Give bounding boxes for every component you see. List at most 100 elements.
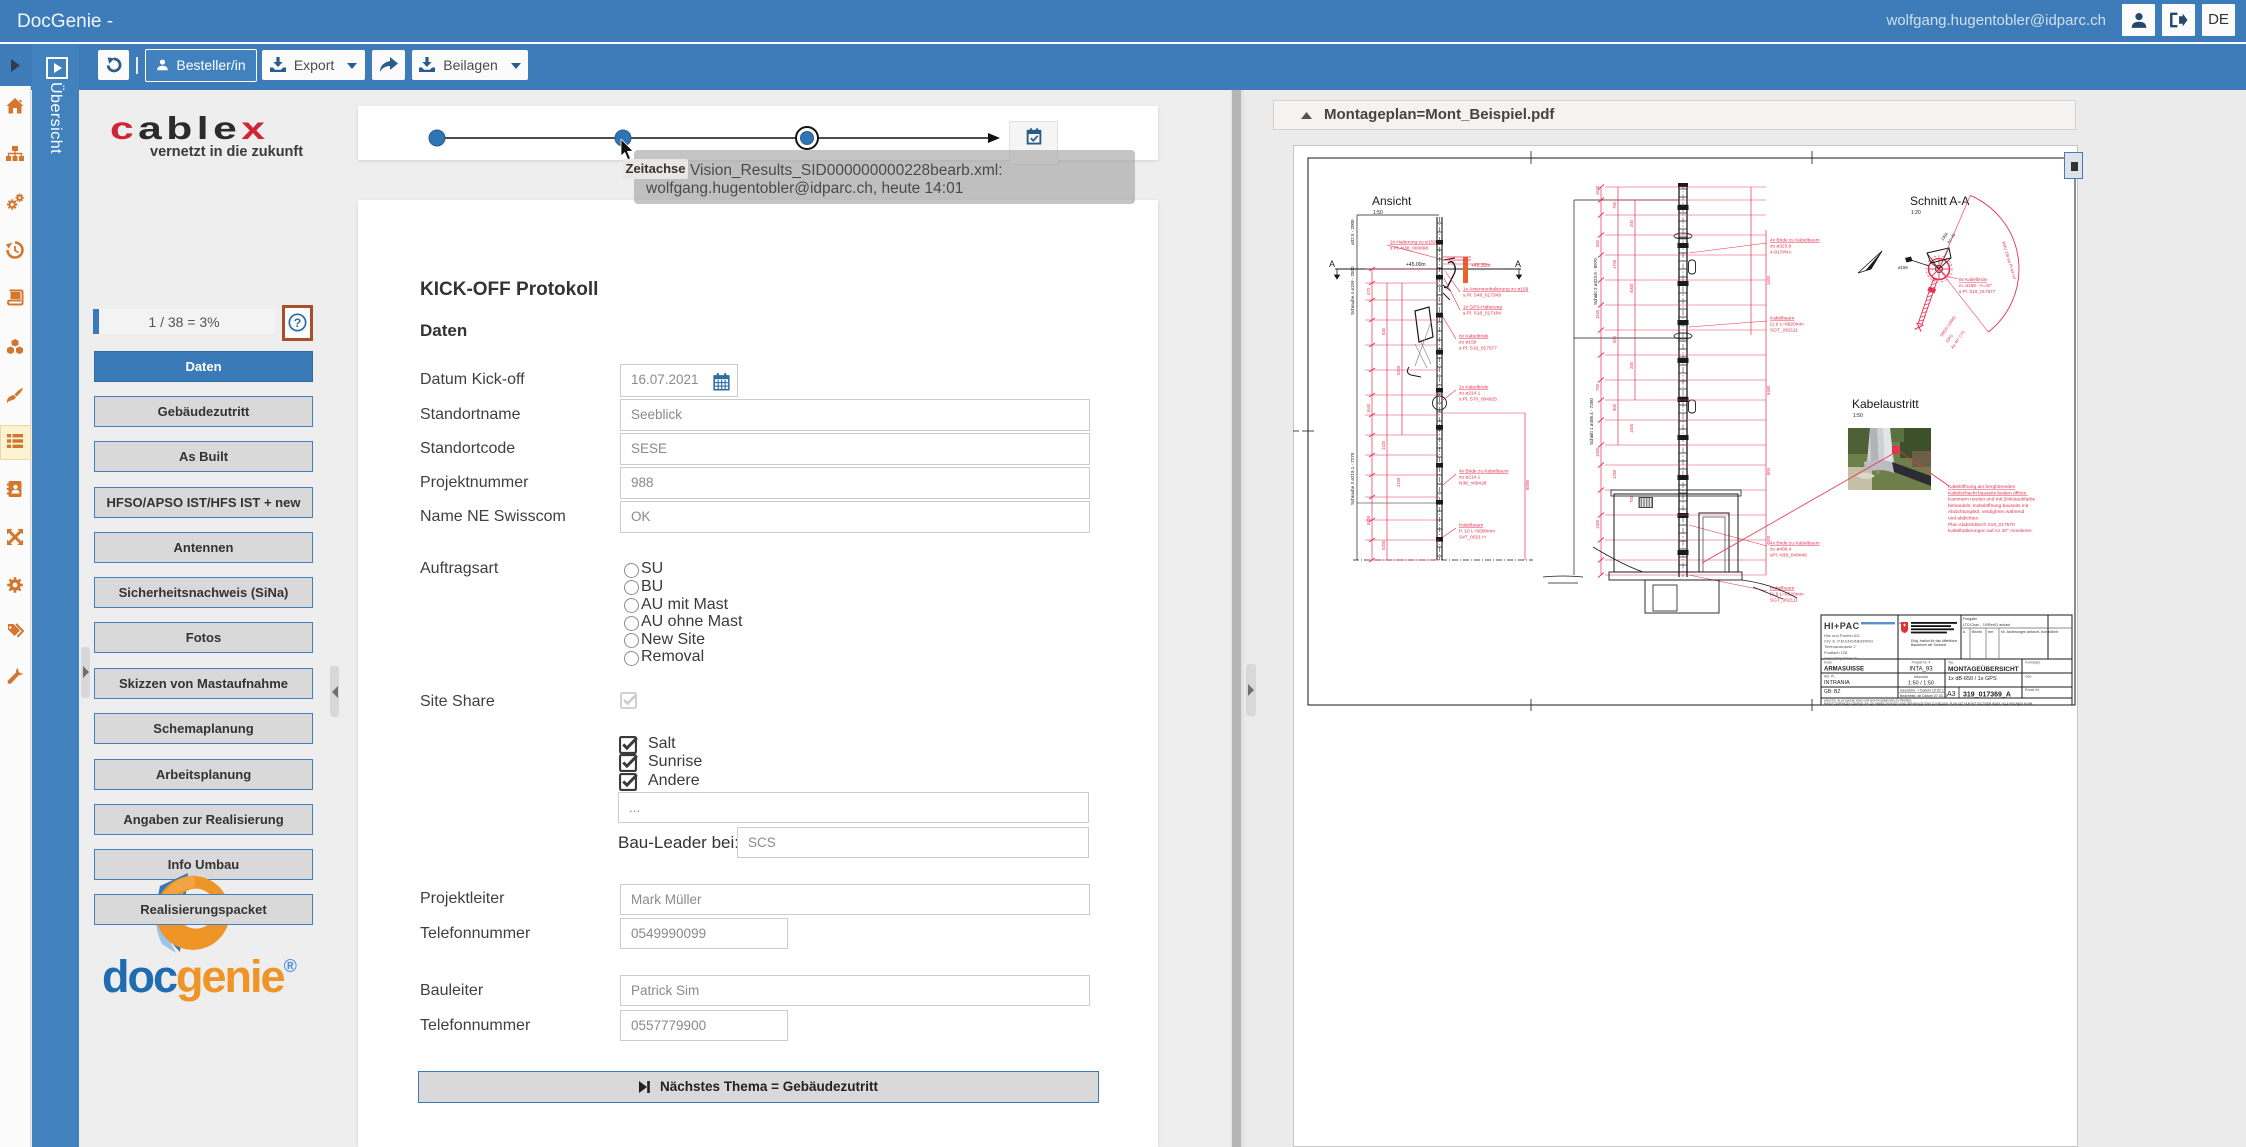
svg-text:Schnitt 1 ø406.4 - 7350: Schnitt 1 ø406.4 - 7350 — [1589, 398, 1594, 445]
svg-text:S#7_0021 H: S#7_0021 H — [1459, 535, 1486, 541]
svg-text:2x Halterung zu ø159: 2x Halterung zu ø159 — [1390, 239, 1436, 245]
svg-text:zu ø214.1: zu ø214.1 — [1459, 391, 1481, 397]
svg-text:5205: 5205 — [1396, 365, 1401, 375]
svg-text:Abt. PL: Abt. PL — [1824, 675, 1835, 679]
svg-text:Freigabe: Freigabe — [1963, 617, 1977, 621]
svg-text:zu ø323.9: zu ø323.9 — [1770, 244, 1792, 250]
svg-text:s.Pl. S70_004925: s.Pl. S70_004925 — [1459, 397, 1497, 403]
svg-text:Ansicht: Ansicht — [1372, 194, 1412, 208]
svg-text:1300: 1300 — [1595, 519, 1600, 529]
svg-text:Gezeichn. + Datum 10.02.11: Gezeichn. + Datum 10.02.11 — [1900, 689, 1946, 693]
svg-text:1:50 / 1:50: 1:50 / 1:50 — [1908, 681, 1934, 687]
svg-text:Format(e): Format(e) — [2025, 661, 2040, 665]
svg-text:1260: 1260 — [1612, 469, 1617, 479]
svg-text:P. 10 L=6000mm: P. 10 L=6000mm — [1459, 529, 1495, 535]
svg-text:1x Kabelbride: 1x Kabelbride — [1459, 384, 1489, 390]
svg-text:8x Kabelbride: 8x Kabelbride — [1959, 277, 1988, 282]
svg-text:1:50: 1:50 — [1853, 413, 1863, 419]
svg-text:4x Bride zu Kabelbaum: 4x Bride zu Kabelbaum — [1459, 468, 1509, 474]
svg-text:Kammern runden und mit Zinksta: Kammern runden und mit Zinkstaubfarbe — [1948, 497, 2036, 503]
svg-text:Bauwesen der Schweiz: Bauwesen der Schweiz — [1911, 643, 1947, 647]
svg-text:1420: 1420 — [1381, 440, 1386, 450]
svg-text:Tiefenaustrasse 2: Tiefenaustrasse 2 — [1824, 644, 1856, 649]
svg-text:Kode: Kode — [1824, 661, 1832, 665]
svg-text:A3: A3 — [1947, 691, 1956, 698]
svg-text:SGT_262111: SGT_262111 — [1770, 328, 1798, 334]
svg-text:Az 40° (??): Az 40° (??) — [1950, 329, 1966, 350]
svg-text:A: A — [1329, 259, 1335, 269]
svg-text:SM20 (1994): SM20 (1994) — [1939, 314, 1957, 337]
svg-text:1540: 1540 — [1595, 309, 1600, 319]
svg-text:1620: 1620 — [1595, 185, 1600, 195]
svg-text:1000: 1000 — [1595, 447, 1600, 457]
svg-text:8500: 8500 — [1525, 479, 1530, 490]
svg-text:Nr. Änderungen antwort. Kontro: Nr. Änderungen antwort. Kontrolliert — [2001, 630, 2058, 634]
svg-text:Hitz und Partner AG: Hitz und Partner AG — [1824, 633, 1860, 638]
svg-text:zu ø214.1: zu ø214.1 — [1459, 475, 1481, 481]
svg-text:1400: 1400 — [1766, 275, 1771, 285]
svg-text:Postfach 128: Postfach 128 — [1824, 650, 1848, 655]
svg-text:m. ø159 - A=40°: m. ø159 - A=40° — [1959, 283, 1993, 288]
svg-text:Kabelbaum: Kabelbaum — [1770, 315, 1794, 321]
svg-text:ARMASUISSE: ARMASUISSE — [1824, 667, 1864, 673]
svg-text:Kabelschacht bauseits beiden ö: Kabelschacht bauseits beiden öffnen. — [1948, 490, 2028, 496]
svg-text:s.Pl. S19_017577: s.Pl. S19_017577 — [1459, 346, 1497, 352]
svg-text:Schraube 4 ø159 - 2500: Schraube 4 ø159 - 2500 — [1350, 266, 1355, 315]
svg-text:4-917#NA: 4-917#NA — [1770, 250, 1792, 256]
svg-text:1x Antennenhalterung zu ø159: 1x Antennenhalterung zu ø159 — [1463, 286, 1529, 292]
svg-text:zu ø406.4: zu ø406.4 — [1770, 547, 1792, 553]
svg-text:Ersatz für: Ersatz für — [2025, 688, 2040, 692]
svg-text:5480: 5480 — [1766, 385, 1771, 395]
svg-text:s.Pl. S18_017184: s.Pl. S18_017184 — [1463, 311, 1501, 317]
svg-text:800: 800 — [1766, 467, 1771, 475]
svg-text:A: A — [1963, 630, 1966, 634]
svg-text:Kabelhalterungen auf Az 40° mo: Kabelhalterungen auf Az 40° montieren. — [1948, 528, 2033, 534]
svg-text:5205: 5205 — [1366, 515, 1371, 525]
svg-text:4x Bride zu Kabelbaum: 4x Bride zu Kabelbaum — [1770, 540, 1820, 546]
svg-text:500: 500 — [1612, 335, 1617, 343]
svg-text:ø159: ø159 — [1898, 265, 1908, 270]
svg-text:ø32.5 - 2000: ø32.5 - 2000 — [1350, 219, 1355, 245]
svg-text:?: ? — [294, 316, 302, 330]
svg-text:1640: 1640 — [1366, 403, 1371, 413]
svg-text:(1.9 L=6620mm: (1.9 L=6620mm — [1770, 322, 1804, 328]
svg-text:470: 470 — [1366, 287, 1371, 295]
svg-text:1x GPS-Halterung: 1x GPS-Halterung — [1463, 304, 1502, 310]
svg-text:N38_n09#28: N38_n09#28 — [1459, 481, 1487, 487]
svg-text:MONTAGEÜBERSICHT: MONTAGEÜBERSICHT — [1948, 664, 2019, 673]
svg-text:8x Kabelbride: 8x Kabelbride — [1459, 333, 1489, 339]
svg-text:500: 500 — [1595, 239, 1600, 247]
svg-text:Schnitt 2 ø323.9 - 8970: Schnitt 2 ø323.9 - 8970 — [1593, 258, 1598, 305]
svg-text:INTA_93: INTA_93 — [1909, 667, 1933, 673]
svg-text:GB: BZ: GB: BZ — [1824, 689, 1840, 695]
svg-text:HI+PAC: HI+PAC — [1824, 621, 1860, 631]
svg-text:SGT_962111: SGT_962111 — [1770, 598, 1798, 604]
svg-text:RRU 2/8 sw Pl.44 ref: RRU 2/8 sw Pl.44 ref — [2001, 241, 2017, 281]
svg-text:s.Pl. S19_017577: s.Pl. S19_017577 — [1959, 289, 1996, 294]
svg-text:Schnitt A-A: Schnitt A-A — [1910, 194, 1969, 208]
svg-text:319_017369_A: 319_017369_A — [1963, 692, 2011, 699]
svg-text:Bezirk: Bezirk — [1972, 630, 1982, 634]
svg-text:MASSTOLERANZEN GEMÄSS SIA 118;: MASSTOLERANZEN GEMÄSS SIA 118; ABWEICHUN… — [1824, 702, 2033, 706]
svg-text:A: A — [1515, 259, 1521, 269]
svg-text:LTC/Chax... 10/Rev01 anbaut: LTC/Chax... 10/Rev01 anbaut — [1963, 623, 2010, 627]
svg-text:Bearbeitg. alt Datum 07.03.: Bearbeitg. alt Datum 07.03.11 — [1900, 694, 1947, 698]
svg-text:4000: 4000 — [1629, 283, 1634, 293]
svg-text:und abdichten.: und abdichten. — [1948, 516, 1979, 522]
svg-text:Abdichtungskit, verdighren wäh: Abdichtungskit, verdighren während — [1948, 509, 2025, 515]
svg-text:Kabelbaum: Kabelbaum — [1459, 522, 1483, 528]
svg-text:Kabelaustritt: Kabelaustritt — [1852, 397, 1919, 411]
svg-text:INTRANIA: INTRANIA — [1824, 680, 1850, 686]
svg-text:behandeln. Kabelöffnung bausei: behandeln. Kabelöffnung bauseits mit — [1948, 503, 2029, 509]
svg-text:CIV. E. P.M ENGINEERING: CIV. E. P.M ENGINEERING — [1824, 639, 1873, 644]
svg-text:Gen.: Gen. — [2025, 675, 2032, 679]
svg-text:700: 700 — [1595, 383, 1600, 391]
svg-text:700: 700 — [1629, 495, 1634, 503]
svg-text:200: 200 — [1629, 361, 1634, 369]
svg-text:bm: bm — [1988, 630, 1993, 634]
svg-text:530: 530 — [1381, 327, 1386, 335]
svg-text:1700: 1700 — [1612, 259, 1617, 269]
svg-text:Kabelöffnung am berghörenden: Kabelöffnung am berghörenden — [1948, 484, 2016, 490]
svg-text:sPl. N38_0#0##6: sPl. N38_0#0##6 — [1770, 553, 1807, 559]
svg-text:Typ: Typ — [1948, 661, 1954, 665]
